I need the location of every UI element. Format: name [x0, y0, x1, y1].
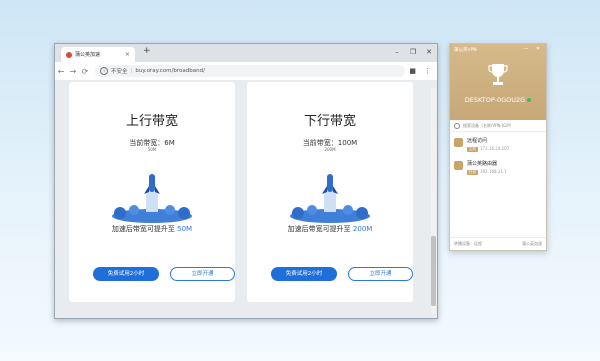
- rocket-illustration: [290, 174, 370, 223]
- menu-icon[interactable]: ⋮: [424, 67, 431, 75]
- url-text[interactable]: buy.oray.com/broadband/: [135, 68, 205, 74]
- device-search[interactable]: 搜索设备（名称/VPN IG/P）: [450, 120, 546, 132]
- open-now-button[interactable]: 立即开通: [170, 267, 235, 281]
- new-tab-button[interactable]: +: [143, 46, 151, 56]
- after-acceleration: 加速后带宽可提升至 200M: [247, 224, 413, 234]
- device-list-item[interactable]: 远程访问 主机 172.16.24.107: [450, 132, 546, 155]
- device-list-item[interactable]: 蒲公英路由器 在线 192.168.21.1: [450, 155, 546, 178]
- toolbar: ← → ⟳ i 不安全 | buy.oray.com/broadband/ ■ …: [55, 62, 437, 81]
- profile-icon[interactable]: ■: [409, 67, 416, 75]
- device-label: 蒲公英路由器: [467, 161, 498, 167]
- footer-right[interactable]: 蒲公英加速: [522, 241, 542, 247]
- after-text: 加速后带宽可提升至: [287, 225, 353, 233]
- device-ip: 192.168.21.1: [480, 169, 507, 174]
- info-icon[interactable]: i: [100, 67, 108, 75]
- reload-button[interactable]: ⟳: [79, 67, 91, 76]
- browser-window: 蒲公英加速 × + – ❐ ✕ ← → ⟳ i 不安全 | buy.oray.c…: [54, 43, 438, 319]
- device-label: 远程访问: [467, 138, 488, 144]
- free-trial-button[interactable]: 免费试用2小时: [93, 267, 159, 281]
- page-scrollbar[interactable]: [431, 88, 436, 314]
- security-label: 不安全: [111, 69, 128, 75]
- after-acceleration: 加速后带宽可提升至 50M: [69, 224, 235, 234]
- device-tag: 主机: [467, 147, 478, 152]
- page-content: 上行带宽 当前带宽：6M 50M 加速后带宽可提升至 50M 免费试用2小时 立…: [55, 80, 437, 318]
- computer-icon: [454, 138, 463, 147]
- trophy-icon: [488, 64, 508, 85]
- close-window-button[interactable]: ✕: [421, 44, 437, 62]
- search-placeholder: 搜索设备（名称/VPN IG/P）: [463, 122, 514, 128]
- tab-title: 蒲公英加速: [75, 52, 101, 58]
- restore-button[interactable]: ❐: [405, 44, 421, 62]
- device-tag: 在线: [467, 170, 478, 175]
- search-icon: [454, 122, 460, 129]
- footer-left[interactable]: 转播设备：远程: [454, 241, 482, 247]
- minimize-button[interactable]: –: [389, 44, 405, 62]
- rocket-illustration: [112, 174, 192, 223]
- download-bandwidth-card: 下行带宽 当前带宽：100M 200M 加速后带宽可提升至 200M 免费试用2…: [247, 82, 413, 302]
- online-status-icon: [527, 98, 532, 102]
- router-icon: [454, 161, 463, 170]
- window-controls: – ❐ ✕: [389, 44, 437, 62]
- vpn-window-controls[interactable]: — ✕: [523, 46, 543, 52]
- vpn-footer: 转播设备：远程 蒲公英加速: [450, 237, 546, 250]
- open-now-button[interactable]: 立即开通: [348, 267, 413, 281]
- toolbar-icons: ■ ⋮: [409, 67, 437, 75]
- browser-tab[interactable]: 蒲公英加速 ×: [61, 47, 135, 62]
- forward-button[interactable]: →: [67, 67, 79, 76]
- back-button[interactable]: ←: [55, 67, 67, 76]
- upload-bandwidth-card: 上行带宽 当前带宽：6M 50M 加速后带宽可提升至 50M 免费试用2小时 立…: [69, 82, 235, 302]
- device-ip: 172.16.24.107: [480, 146, 510, 151]
- free-trial-button[interactable]: 免费试用2小时: [271, 267, 337, 281]
- current-bandwidth-sub: 200M: [324, 147, 336, 152]
- vpn-header: 蒲公英VPN — ✕ DESKTOP-0GOU2G: [450, 44, 546, 120]
- address-bar[interactable]: i 不安全 | buy.oray.com/broadband/: [95, 65, 405, 77]
- card-title: 下行带宽: [303, 114, 356, 129]
- card-title: 上行带宽: [125, 114, 178, 129]
- vpn-title: 蒲公英VPN: [454, 48, 477, 53]
- after-value: 200M: [352, 225, 373, 233]
- current-bandwidth-sub: 50M: [147, 147, 157, 152]
- after-value: 50M: [177, 225, 193, 233]
- tab-close-icon[interactable]: ×: [125, 51, 130, 58]
- device-name-text: DESKTOP-0GOU2G: [464, 96, 526, 104]
- favicon-icon: [66, 51, 72, 58]
- device-name: DESKTOP-0GOU2G: [450, 96, 546, 104]
- address-divider: |: [130, 68, 133, 74]
- vpn-client-window: 蒲公英VPN — ✕ DESKTOP-0GOU2G 搜索设备（名称/VPN IG…: [449, 43, 547, 251]
- tab-bar: 蒲公英加速 × + – ❐ ✕: [55, 44, 437, 62]
- scrollbar-thumb[interactable]: [431, 236, 436, 306]
- after-text: 加速后带宽可提升至: [111, 225, 178, 233]
